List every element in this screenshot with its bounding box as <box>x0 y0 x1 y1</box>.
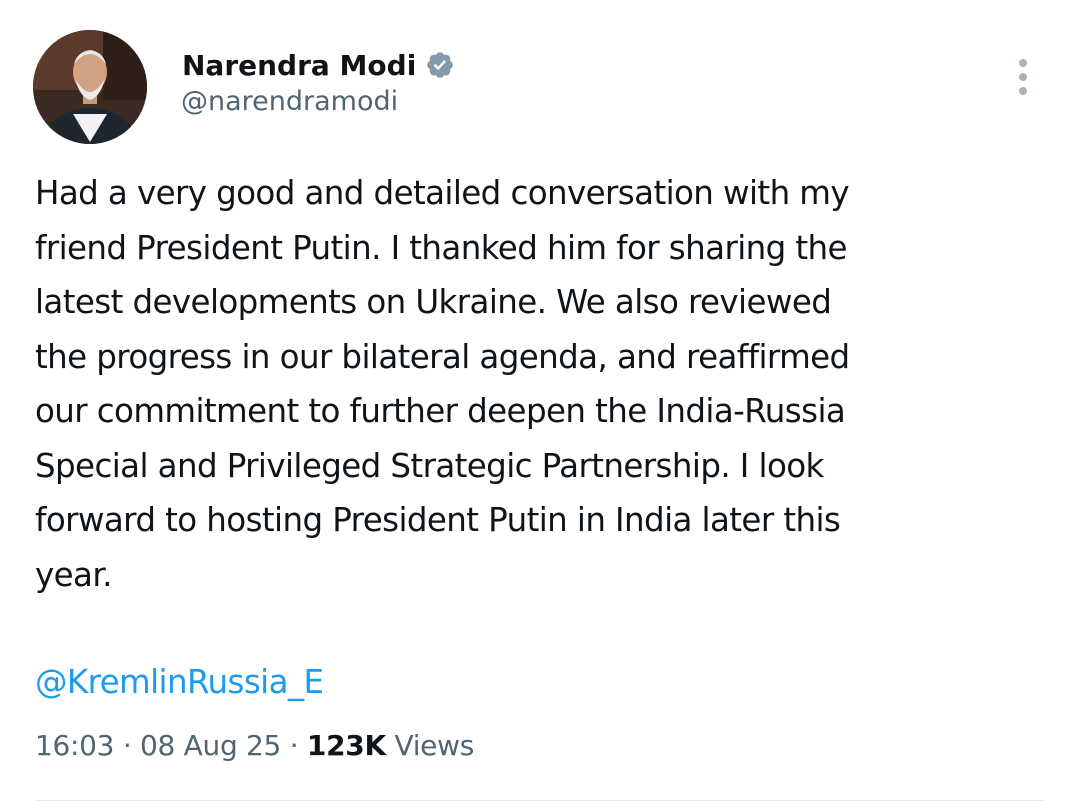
tweet-time[interactable]: 16:03 <box>35 729 115 762</box>
mention-link[interactable]: @KremlinRussia_E <box>35 655 324 709</box>
meta-separator: · <box>289 729 299 762</box>
more-vertical-icon[interactable] <box>1008 57 1038 97</box>
author-display-name[interactable]: Narendra Modi <box>182 49 416 82</box>
meta-separator: · <box>122 729 132 762</box>
author-name-row[interactable]: Narendra Modi <box>182 46 455 84</box>
tweet-date[interactable]: 08 Aug 25 <box>140 729 281 762</box>
tweet-meta: 16:03 · 08 Aug 25 · 123K Views <box>35 722 474 770</box>
author-handle[interactable]: @narendramodi <box>181 86 398 117</box>
views-label: Views <box>394 729 475 762</box>
avatar[interactable] <box>33 30 147 144</box>
views-count[interactable]: 123K <box>307 729 386 762</box>
verified-badge-icon <box>425 50 455 80</box>
divider <box>35 800 1045 801</box>
tweet-text: Had a very good and detailed conversatio… <box>35 174 850 594</box>
